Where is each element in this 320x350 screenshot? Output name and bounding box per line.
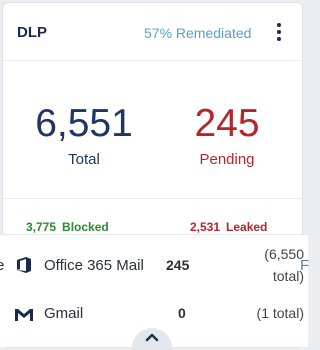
office-365-icon	[14, 255, 34, 275]
remediated-percentage: 57% Remediated	[144, 25, 252, 41]
pending-value[interactable]: 245	[162, 104, 292, 143]
blocked-count: 3,775	[26, 220, 57, 234]
row-count: 245	[166, 257, 190, 273]
leaked-count: 2,531	[190, 220, 221, 234]
card-title: DLP	[17, 24, 47, 41]
blocked-label: Blocked	[62, 220, 109, 234]
pending-label: Pending	[199, 151, 255, 168]
total-value: 6,551	[35, 102, 133, 145]
leaked-summary: 2,531 Leaked	[190, 220, 267, 234]
row-total: (6,550 total)	[264, 246, 304, 284]
row-channel-name: Gmail	[44, 305, 84, 322]
chevron-up-icon	[145, 333, 159, 342]
row-total: (1 total)	[256, 305, 304, 321]
row-count: 0	[178, 305, 186, 321]
leaked-label: Leaked	[226, 220, 268, 234]
gmail-icon	[14, 305, 34, 325]
total-label: Total	[68, 151, 100, 168]
row-channel-name: Office 365 Mail	[44, 257, 144, 274]
kebab-menu-icon[interactable]	[269, 20, 289, 44]
card-header: DLP 57% Remediated	[3, 3, 302, 61]
section-divider	[3, 198, 302, 199]
blocked-summary: 3,775 Blocked	[26, 220, 109, 234]
table-row[interactable]: Office 365 Mail 245 (6,550 total)	[0, 241, 308, 289]
